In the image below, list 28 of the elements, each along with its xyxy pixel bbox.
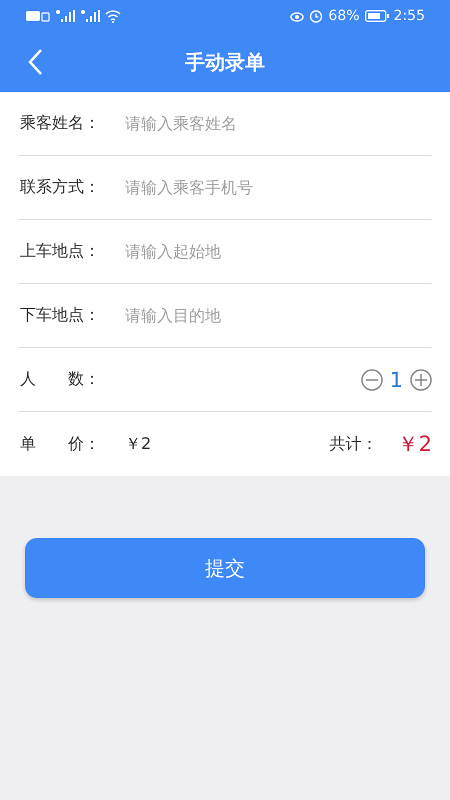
total-price: ￥2 [398,431,432,458]
wifi-icon [105,9,121,23]
eye-icon [290,10,304,22]
input-field[interactable]: 请输入目的地 [125,306,432,325]
signal-icon [80,9,100,23]
page-title: 手动录单 [185,48,265,76]
unit-price: ￥2 [125,434,152,454]
total-label: 共计： [330,434,378,454]
minus-icon[interactable] [360,368,383,390]
signal-icon [55,9,75,23]
battery-percent: 68% [328,8,360,24]
field-label: 上车地点： [19,241,101,262]
passenger-count: 1 [390,368,403,392]
battery-icon [364,10,389,22]
clock-time: 2:55 [394,8,425,24]
input-field[interactable]: 请输入乘客姓名 [125,114,432,133]
alarm-icon [309,9,324,23]
field-label: 人 数： [19,369,101,390]
field-label: 单 价： [19,434,101,454]
field-label: 乘客姓名： [19,113,101,134]
input-field[interactable]: 请输入乘客手机号 [125,178,432,197]
field-label: 联系方式： [19,177,101,198]
field-label: 下车地点： [19,305,101,326]
input-field[interactable]: 请输入起始地 [125,242,432,261]
plus-icon[interactable] [410,368,432,390]
submit-button[interactable]: 提交 [25,538,425,598]
hd-icon [26,10,50,22]
back-icon[interactable] [27,48,43,76]
